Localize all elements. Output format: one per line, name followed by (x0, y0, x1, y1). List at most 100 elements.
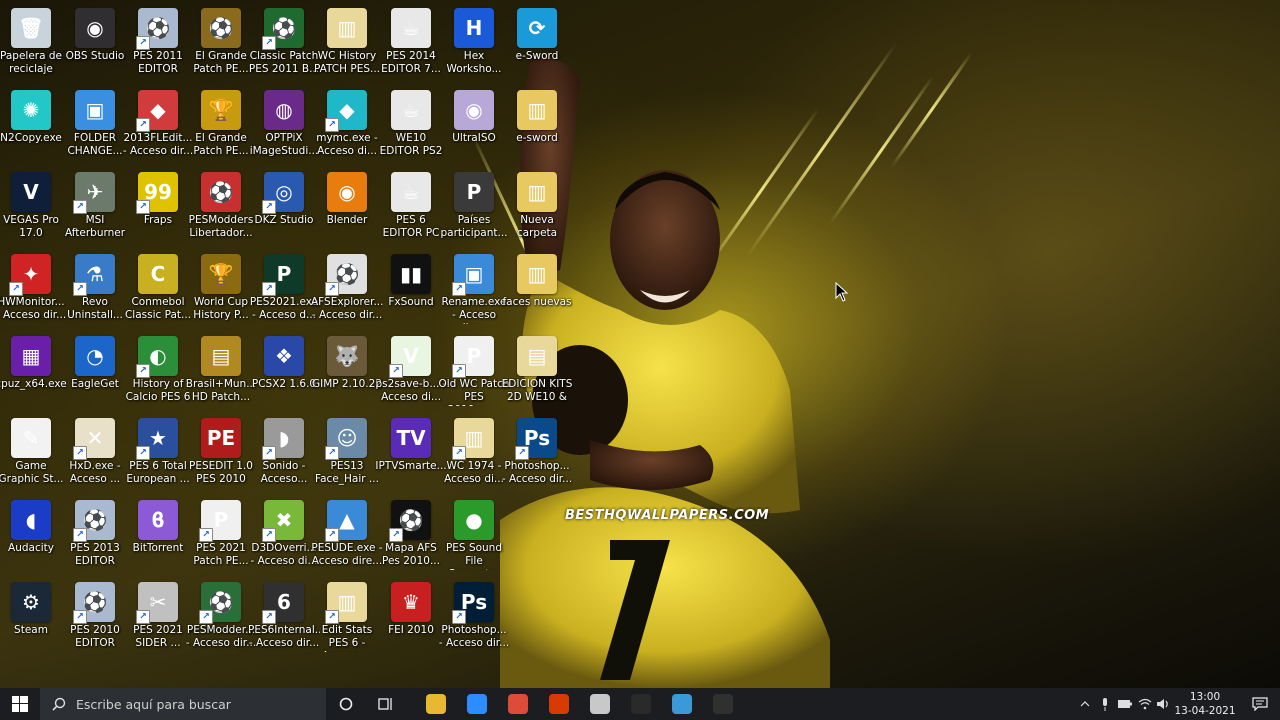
desktop-icon[interactable]: ⚽AFSExplorer... - Acceso dir... (311, 250, 383, 332)
desktop-icon[interactable]: ⚽Mapa AFS Pes 2010... (375, 496, 447, 578)
desktop-icon[interactable]: 99Fraps (122, 168, 194, 250)
desktop-icon[interactable]: ▥WC 1974 - Acceso di... (438, 414, 510, 496)
desktop-icon[interactable]: Vps2save-b... - Acceso di... (375, 332, 447, 414)
desktop-icon[interactable]: ✈MSI Afterburner (59, 168, 131, 250)
desktop-icon[interactable]: PsPhotoshop... - Acceso dir... (438, 578, 510, 660)
taskbar-network-app[interactable] (662, 688, 702, 720)
desktop-icon[interactable]: ◗Sonido - Acceso... (248, 414, 320, 496)
desktop-icon[interactable]: PE PESEDIT 1.0 PES 2010 (185, 414, 257, 496)
desktop-icon[interactable]: POld WC Patch PES 2010.ex... (438, 332, 510, 414)
desktop-icon[interactable]: PsPhotoshop... - Acceso dir... (501, 414, 573, 496)
desktop-icon[interactable]: 6PES6Internal... - Acceso dir... (248, 578, 320, 660)
desktop-icon[interactable]: ▥ Nueva carpeta (501, 168, 573, 250)
desktop-icon[interactable]: ⟳ e-Sword (501, 4, 573, 86)
desktop-icon[interactable]: ✦HWMonitor... - Acceso dir... (0, 250, 67, 332)
desktop-icon[interactable]: ✕HxD.exe - Acceso ... (59, 414, 131, 496)
desktop-icon[interactable]: ◉ UltraISO (438, 86, 510, 168)
desktop-icon[interactable]: ⚽ PESModders Libertador... (185, 168, 257, 250)
show-hidden-icons-button[interactable] (1076, 688, 1094, 720)
desktop-icon[interactable]: ◉ Blender (311, 168, 383, 250)
desktop-icon[interactable]: ▣Rename.exe - Acceso dire... (438, 250, 510, 332)
desktop-icon[interactable]: ◐History of Calcio PES 6 (122, 332, 194, 414)
desktop-icon-label: Papelera de reciclaje (0, 50, 62, 75)
desktop-icon[interactable]: ◖ Audacity (0, 496, 67, 578)
desktop-icon[interactable]: ϐ BitTorrent (122, 496, 194, 578)
desktop-icon-label: PES 2021 SIDER ... (133, 624, 183, 649)
desktop-icon[interactable]: 🏆 El Grande Patch PE... (185, 86, 257, 168)
start-button[interactable] (0, 688, 40, 720)
taskbar-zoom[interactable] (457, 688, 497, 720)
desktop-icon[interactable]: ☕ WE10 EDITOR PS2 (375, 86, 447, 168)
desktop-icon[interactable]: ☕ PES 6 EDITOR PC (375, 168, 447, 250)
taskbar-notepad[interactable] (580, 688, 620, 720)
desktop-icon[interactable]: TV IPTVSmarte... (375, 414, 447, 496)
desktop-icon[interactable]: ✖D3DOverri... - Acceso di... (248, 496, 320, 578)
wifi-tray-button[interactable] (1136, 688, 1154, 720)
desktop-icon[interactable]: ▥ WC History PATCH PES... (311, 4, 383, 86)
desktop-icon[interactable]: ◔ EagleGet (59, 332, 131, 414)
desktop-icon[interactable]: ⚽Classic Patch PES 2011 B... (248, 4, 320, 86)
desktop-icon[interactable]: ⚗Revo Uninstall... (59, 250, 131, 332)
battery-tray-button[interactable] (1116, 688, 1134, 720)
desktop-icon[interactable]: ▥ faces nuevas (501, 250, 573, 332)
desktop-icon-label: HxD.exe - Acceso ... (69, 460, 121, 485)
desktop-icon[interactable]: ▥ e-sword (501, 86, 573, 168)
desktop-icon[interactable]: ◉ OBS Studio (59, 4, 131, 86)
taskbar-app-n[interactable] (621, 688, 661, 720)
desktop-icon[interactable]: ▣ FOLDER CHANGE... (59, 86, 131, 168)
desktop-icon[interactable]: ▮▮ FxSound (375, 250, 447, 332)
desktop-icon[interactable]: ◆2013FLEdit... - Acceso dir... (122, 86, 194, 168)
desktop-icon[interactable]: C Conmebol Classic Pat... (122, 250, 194, 332)
desktop-icon-label: Mapa AFS Pes 2010... (382, 542, 440, 567)
desktop-icon[interactable]: ☕ PES 2014 EDITOR 7... (375, 4, 447, 86)
desktop[interactable]: BESTHQWALLPAPERS.COM 🗑 Papelera de recicl… (0, 0, 1280, 688)
desktop-icon[interactable]: ▥Edit Stats PES 6 - Acceso ... (311, 578, 383, 660)
cortana-circle-icon (339, 697, 353, 711)
taskbar-office[interactable] (539, 688, 579, 720)
desktop-icon[interactable]: ⚽PES 2011 EDITOR (122, 4, 194, 86)
desktop-icon[interactable]: ●PES Sound File Converter (438, 496, 510, 578)
desktop-icon[interactable]: ⚽PESModder... - Acceso dir... (185, 578, 257, 660)
desktop-icon[interactable]: ★PES 6 Total European ... (122, 414, 194, 496)
desktop-icon[interactable]: 🏆 World Cup History P... (185, 250, 257, 332)
desktop-icon[interactable]: 🗑 Papelera de reciclaje (0, 4, 67, 86)
taskbar-obs[interactable] (703, 688, 743, 720)
microphone-tray-button[interactable] (1096, 688, 1114, 720)
fxsound-icon: ▮▮ (391, 254, 431, 294)
desktop-icon[interactable]: ⚙ Steam (0, 578, 67, 660)
ultraiso-icon: ◉ (454, 90, 494, 130)
desktop-icon[interactable]: ▤ Brasil+Mun... HD Patch... (185, 332, 257, 414)
desktop-icon[interactable]: ◆mymc.exe - Acceso di... (311, 86, 383, 168)
volume-tray-button[interactable] (1154, 688, 1172, 720)
cortana-button[interactable] (326, 688, 366, 720)
taskbar-search-box[interactable] (40, 688, 326, 720)
search-input[interactable] (74, 695, 318, 713)
desktop-icon[interactable]: ♛ FEI 2010 (375, 578, 447, 660)
desktop-icon[interactable]: ✎ Game Graphic St... (0, 414, 67, 496)
desktop-icon[interactable]: ◍ OPTPiX iMageStudi... (248, 86, 320, 168)
desktop-icon[interactable]: PPES2021.exe - Acceso d... (248, 250, 320, 332)
desktop-icon[interactable]: PPES 2021 Patch PE... (185, 496, 257, 578)
desktop-icon[interactable]: ⚽PES 2010 EDITOR (59, 578, 131, 660)
desktop-icon[interactable]: ❖ PCSX2 1.6.0 (248, 332, 320, 414)
desktop-icon[interactable]: H Hex Worksho... (438, 4, 510, 86)
taskbar-file-explorer[interactable] (416, 688, 456, 720)
desktop-icon[interactable]: ☺PES13 Face_Hair ... (311, 414, 383, 496)
desktop-icon[interactable]: ▤EDICION KITS 2D WE10 & ... (501, 332, 573, 414)
desktop-icon[interactable]: ⚽ El Grande Patch PE... (185, 4, 257, 86)
taskbar-clock[interactable]: 13:00 13-04-2021 (1172, 688, 1238, 720)
taskbar-chrome[interactable] (498, 688, 538, 720)
desktop-icon[interactable]: ✺ N2Copy.exe (0, 86, 67, 168)
action-center-button[interactable] (1240, 688, 1280, 720)
desktop-icon[interactable]: P Países participant... (438, 168, 510, 250)
fei-2010-icon: ♛ (391, 582, 431, 622)
task-view-button[interactable] (366, 688, 406, 720)
desktop-icon[interactable]: ⚽PES 2013 EDITOR (59, 496, 131, 578)
desktop-icon[interactable]: ◎DKZ Studio (248, 168, 320, 250)
desktop-icon[interactable]: ▲PESUDE.exe - Acceso dire... (311, 496, 383, 578)
desktop-icon[interactable]: ✂PES 2021 SIDER ... (122, 578, 194, 660)
desktop-icon[interactable]: ▦ cpuz_x64.exe (0, 332, 67, 414)
desktop-icon[interactable]: V VEGAS Pro 17.0 (0, 168, 67, 250)
desktop-icon[interactable]: 🐺 GIMP 2.10.22 (311, 332, 383, 414)
pes-2021-sider-icon: ✂ (136, 582, 178, 624)
